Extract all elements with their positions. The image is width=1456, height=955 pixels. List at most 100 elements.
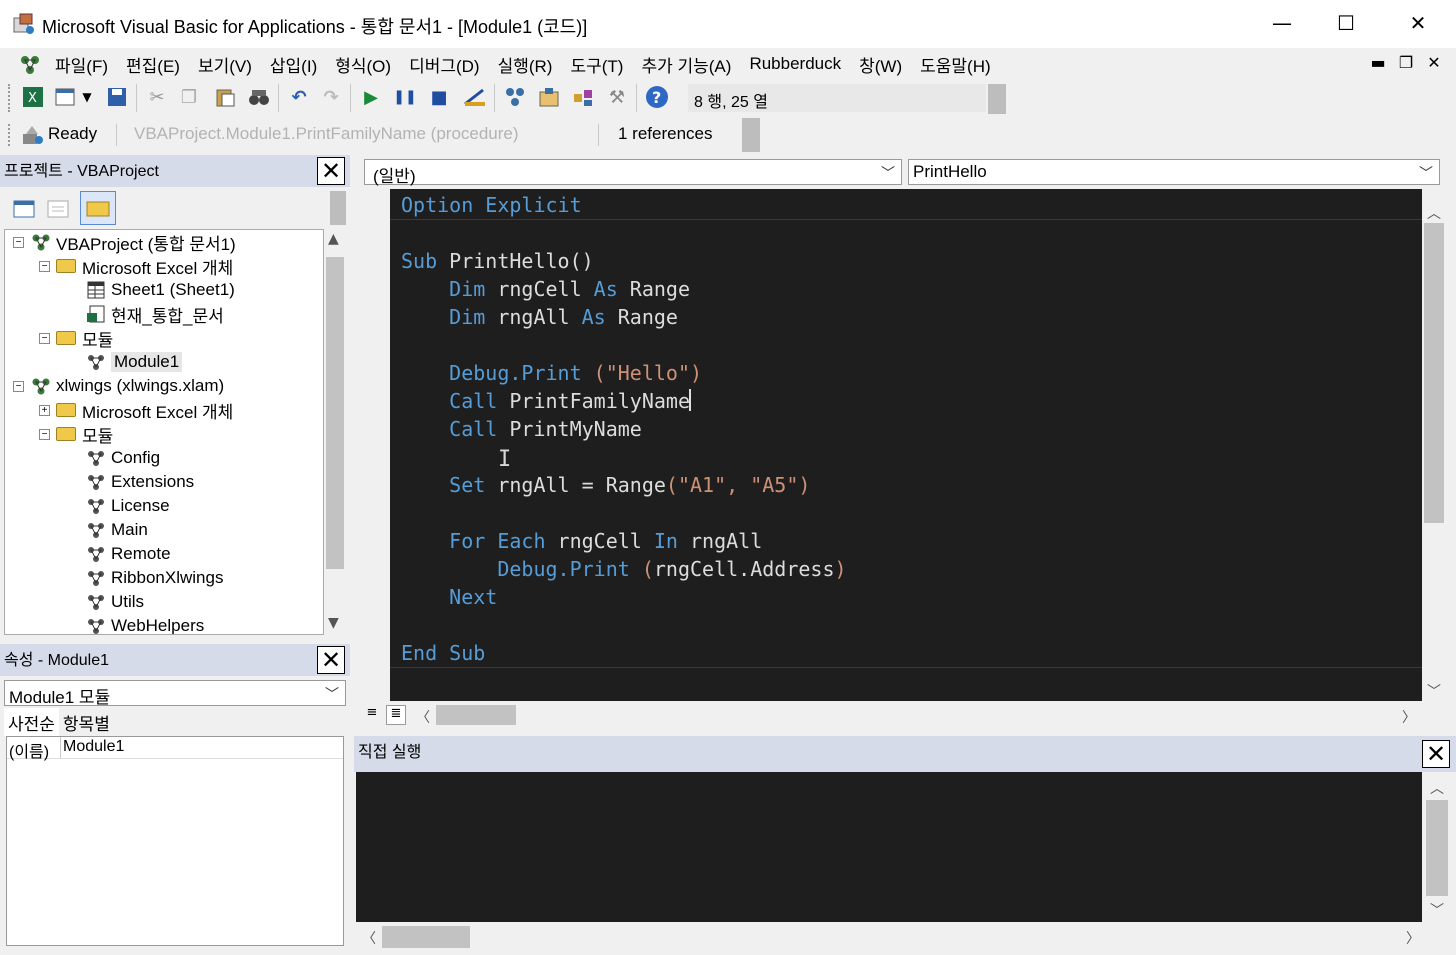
menu-item[interactable]: 보기(V) bbox=[198, 52, 252, 77]
mdi-close-button[interactable]: ✕ bbox=[1422, 50, 1446, 74]
scroll-left-icon[interactable]: 〈 bbox=[362, 928, 376, 948]
code-line[interactable]: Debug.Print ("Hello") bbox=[401, 359, 702, 387]
code-vertical-scrollbar[interactable]: ︿ ﹀ bbox=[1422, 189, 1446, 701]
menu-item[interactable]: 파일(F) bbox=[55, 52, 108, 77]
collapse-icon[interactable]: − bbox=[39, 260, 50, 272]
menu-item[interactable]: 실행(R) bbox=[498, 52, 553, 77]
chevron-down-icon[interactable]: ▼ bbox=[78, 84, 96, 110]
expand-icon[interactable]: + bbox=[39, 404, 50, 416]
excel-icon[interactable]: X bbox=[20, 84, 46, 110]
scroll-up-icon[interactable]: ︿ bbox=[1427, 203, 1441, 223]
collapse-icon[interactable]: − bbox=[13, 380, 24, 392]
tree-node[interactable]: Utils bbox=[65, 590, 144, 614]
collapse-icon[interactable]: − bbox=[13, 236, 24, 248]
scroll-thumb[interactable] bbox=[1426, 800, 1448, 896]
mdi-minimize-button[interactable]: ▬ bbox=[1366, 50, 1390, 74]
code-line[interactable]: For Each rngCell In rngAll bbox=[401, 527, 762, 555]
code-line[interactable]: Call PrintFamilyName bbox=[401, 387, 690, 415]
toolbar-options-button[interactable] bbox=[330, 191, 346, 225]
insert-module-icon[interactable] bbox=[52, 84, 78, 110]
scroll-right-icon[interactable]: 〉 bbox=[1402, 707, 1416, 727]
toolbar-options-button[interactable] bbox=[742, 118, 760, 152]
scroll-thumb[interactable] bbox=[382, 926, 470, 948]
menu-item[interactable]: 편집(E) bbox=[126, 52, 180, 77]
tab-categorized[interactable]: 항목별 bbox=[59, 708, 114, 736]
menu-item[interactable]: Rubberduck bbox=[749, 54, 841, 74]
toolbox-icon[interactable]: ⚒ bbox=[604, 84, 630, 110]
tree-node[interactable]: − 모듈 bbox=[39, 422, 113, 446]
margin-indicator-bar[interactable] bbox=[358, 189, 390, 701]
reset-icon[interactable]: ■ bbox=[426, 84, 452, 110]
project-explorer-icon[interactable] bbox=[502, 84, 528, 110]
property-row[interactable]: (이름) Module1 bbox=[7, 737, 343, 761]
code-line[interactable]: Next bbox=[401, 583, 497, 611]
tree-node[interactable]: Module1 bbox=[65, 350, 183, 374]
paste-icon[interactable] bbox=[212, 84, 238, 110]
tree-node[interactable]: − Microsoft Excel 개체 bbox=[39, 254, 233, 278]
help-icon[interactable]: ? bbox=[644, 84, 670, 110]
tree-node[interactable]: − xlwings (xlwings.xlam) bbox=[13, 374, 224, 398]
menu-item[interactable]: 디버그(D) bbox=[409, 52, 480, 77]
scroll-down-icon[interactable]: ﹀ bbox=[1430, 900, 1444, 920]
tree-node[interactable]: − VBAProject (통합 문서1) bbox=[13, 230, 236, 254]
code-line[interactable]: Call PrintMyName bbox=[401, 415, 642, 443]
view-object-icon[interactable] bbox=[44, 195, 72, 223]
cut-icon[interactable]: ✂ bbox=[144, 84, 170, 110]
toolbar-options-button[interactable] bbox=[988, 84, 1006, 114]
code-text[interactable]: I Option Explicit Sub PrintHello() Dim rn… bbox=[390, 189, 1422, 701]
redo-icon[interactable]: ↷ bbox=[318, 84, 344, 110]
close-icon[interactable]: ✕ bbox=[317, 157, 345, 185]
scroll-thumb[interactable] bbox=[436, 705, 516, 725]
tree-node[interactable]: Sheet1 (Sheet1) bbox=[65, 278, 235, 302]
maximize-button[interactable]: ☐ bbox=[1314, 0, 1378, 46]
property-value[interactable]: Module1 bbox=[61, 737, 126, 758]
menu-item[interactable]: 형식(O) bbox=[335, 52, 391, 77]
scroll-down-icon[interactable]: ▼ bbox=[328, 615, 339, 631]
object-browser-icon[interactable] bbox=[570, 84, 596, 110]
tree-node[interactable]: − 모듈 bbox=[39, 326, 113, 350]
tree-node[interactable]: WebHelpers bbox=[65, 614, 204, 634]
design-mode-icon[interactable] bbox=[462, 84, 488, 110]
break-icon[interactable]: ❚❚ bbox=[392, 84, 418, 110]
menu-item[interactable]: 창(W) bbox=[859, 52, 902, 77]
immediate-vertical-scrollbar[interactable]: ︿ ﹀ bbox=[1422, 772, 1452, 922]
run-icon[interactable]: ▶ bbox=[358, 84, 384, 110]
save-icon[interactable] bbox=[104, 84, 130, 110]
code-line[interactable]: End Sub bbox=[401, 639, 485, 667]
close-button[interactable]: ✕ bbox=[1386, 0, 1450, 46]
scroll-thumb[interactable] bbox=[1424, 223, 1444, 523]
tree-node[interactable]: 현재_통합_문서 bbox=[65, 302, 224, 326]
view-code-icon[interactable] bbox=[10, 195, 38, 223]
menu-item[interactable]: 추가 기능(A) bbox=[641, 52, 731, 77]
tree-node[interactable]: Main bbox=[65, 518, 148, 542]
menu-item[interactable]: 도움말(H) bbox=[920, 52, 991, 77]
references-count[interactable]: 1 references bbox=[618, 124, 713, 144]
code-line[interactable]: Dim rngAll As Range bbox=[401, 303, 678, 331]
collapse-icon[interactable]: − bbox=[39, 332, 50, 344]
collapse-icon[interactable]: − bbox=[39, 428, 50, 440]
tree-node[interactable]: RibbonXlwings bbox=[65, 566, 223, 590]
project-tree[interactable]: − VBAProject (통합 문서1) − Microsoft Excel 개체 S… bbox=[4, 229, 324, 635]
procedure-view-icon[interactable]: ≡ bbox=[362, 705, 382, 725]
scroll-left-icon[interactable]: 〈 bbox=[416, 707, 430, 727]
mdi-restore-button[interactable]: ❐ bbox=[1394, 50, 1418, 74]
scroll-up-icon[interactable]: ︿ bbox=[1430, 778, 1444, 798]
immediate-input[interactable] bbox=[356, 772, 1422, 922]
scroll-right-icon[interactable]: 〉 bbox=[1406, 928, 1420, 948]
copy-icon[interactable]: ❐ bbox=[176, 84, 202, 110]
close-icon[interactable]: ✕ bbox=[1422, 740, 1450, 768]
find-icon[interactable] bbox=[246, 84, 272, 110]
scroll-down-icon[interactable]: ﹀ bbox=[1427, 681, 1441, 701]
tree-node[interactable]: Extensions bbox=[65, 470, 194, 494]
tree-scrollbar[interactable]: ▲ ▼ bbox=[324, 229, 346, 635]
refresh-icon[interactable] bbox=[20, 124, 44, 146]
code-line[interactable]: Sub PrintHello() bbox=[401, 247, 594, 275]
close-icon[interactable]: ✕ bbox=[317, 646, 345, 674]
tree-node[interactable]: License bbox=[65, 494, 170, 518]
scroll-thumb[interactable] bbox=[326, 257, 344, 569]
tree-node[interactable]: + Microsoft Excel 개체 bbox=[39, 398, 233, 422]
code-line[interactable]: Option Explicit bbox=[401, 191, 582, 219]
code-line[interactable]: Debug.Print (rngCell.Address) bbox=[401, 555, 846, 583]
immediate-horizontal-scrollbar[interactable]: 〈 〉 bbox=[356, 922, 1452, 952]
tab-alphabetic[interactable]: 사전순 bbox=[4, 708, 59, 736]
